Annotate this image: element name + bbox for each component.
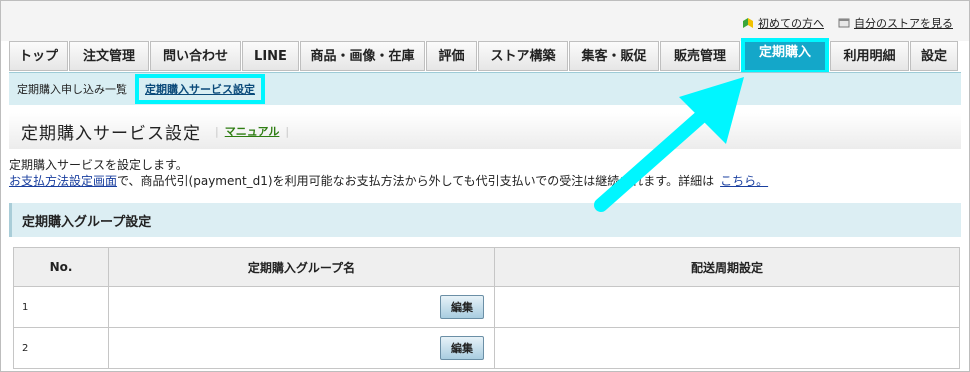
tab-reviews[interactable]: 評価 [426, 41, 477, 71]
tab-products[interactable]: 商品・画像・在庫 [300, 41, 425, 71]
tab-billing[interactable]: 利用明細 [830, 41, 909, 71]
manual-left-divider: | [215, 124, 219, 138]
sub-navigation: 定期購入申し込み一覧 定期購入サービス設定 [9, 73, 961, 105]
tab-store-build[interactable]: ストア構築 [478, 41, 568, 71]
section-header: 定期購入グループ設定 [9, 203, 961, 237]
beginner-link[interactable]: 初めての方へ [742, 15, 824, 31]
subscription-group-table: No. 定期購入グループ名 配送周期設定 1 編集 2 編集 [13, 247, 960, 369]
subnav-subscription-service-settings[interactable]: 定期購入サービス設定 [135, 74, 265, 104]
view-store-link-label: 自分のストアを見る [854, 17, 953, 30]
col-header-group-name: 定期購入グループ名 [108, 247, 495, 287]
subnav-subscription-list[interactable]: 定期購入申し込み一覧 [9, 81, 127, 97]
tab-subscription[interactable]: 定期購入 [741, 38, 829, 74]
delivery-cycle-cell [494, 327, 960, 369]
tab-top[interactable]: トップ [9, 41, 68, 71]
top-links: 初めての方へ 自分のストアを見る [742, 15, 953, 31]
table-header-row: No. 定期購入グループ名 配送周期設定 [13, 247, 960, 287]
tab-orders[interactable]: 注文管理 [69, 41, 149, 71]
view-store-link[interactable]: 自分のストアを見る [838, 15, 953, 31]
top-bar: 初めての方へ 自分のストアを見る [1, 1, 969, 41]
description: 定期購入サービスを設定します。 お支払方法設定画面で、商品代引(payment_… [9, 157, 961, 189]
table-row: 2 編集 [13, 327, 960, 369]
beginner-link-label: 初めての方へ [758, 17, 824, 30]
tab-line[interactable]: LINE [242, 41, 299, 71]
tab-sales[interactable]: 販売管理 [660, 41, 740, 71]
page-header: 定期購入サービス設定 | マニュアル | [9, 113, 961, 149]
description-line-2-text: で、商品代引(payment_d1)を利用可能なお支払方法から外しても代引支払い… [117, 174, 715, 188]
tab-inquiries[interactable]: 問い合わせ [150, 41, 241, 71]
payment-settings-link[interactable]: お支払方法設定画面 [9, 174, 117, 188]
delivery-cycle-cell [494, 286, 960, 328]
edit-button[interactable]: 編集 [440, 295, 484, 319]
description-line-1: 定期購入サービスを設定します。 [9, 158, 188, 172]
manual-right-divider: | [285, 124, 290, 138]
manual-link[interactable]: マニュアル [225, 123, 280, 139]
col-header-delivery-cycle: 配送周期設定 [494, 247, 960, 287]
edit-button[interactable]: 編集 [440, 336, 484, 360]
col-header-no: No. [13, 247, 109, 287]
manual-link-group: | マニュアル | [215, 123, 289, 139]
page-title: 定期購入サービス設定 [21, 123, 201, 144]
tab-settings[interactable]: 設定 [910, 41, 958, 71]
table-row: 1 編集 [13, 286, 960, 328]
row-number: 2 [13, 327, 109, 369]
store-icon [838, 18, 850, 28]
beginner-icon [743, 18, 753, 28]
main-tabs: トップ 注文管理 問い合わせ LINE 商品・画像・在庫 評価 ストア構築 集客… [9, 38, 959, 74]
description-line-2: お支払方法設定画面で、商品代引(payment_d1)を利用可能なお支払方法から… [9, 173, 961, 189]
group-name-cell: 編集 [108, 286, 495, 328]
tab-promotion[interactable]: 集客・販促 [569, 41, 659, 71]
page-frame: 初めての方へ 自分のストアを見る トップ 注文管理 問い合わせ LINE 商品・… [0, 0, 970, 372]
row-number: 1 [13, 286, 109, 328]
details-link[interactable]: こちら。 [720, 174, 768, 188]
group-name-cell: 編集 [108, 327, 495, 369]
